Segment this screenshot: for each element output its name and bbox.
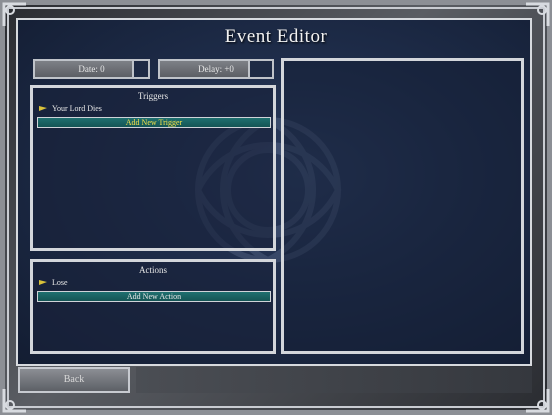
actions-panel: Actions Lose Add New Action (30, 259, 276, 354)
delay-label: Delay: +0 (198, 64, 234, 74)
add-new-action-label: Add New Action (126, 292, 182, 301)
action-item-label: Lose (52, 278, 68, 287)
date-label: Date: 0 (78, 64, 105, 74)
event-details-panel (281, 58, 524, 354)
page-title: Event Editor (224, 26, 328, 47)
back-label: Back (63, 374, 85, 385)
flag-icon (39, 279, 47, 285)
triggers-title: Triggers (137, 91, 169, 101)
add-new-trigger-label: Add New Trigger (125, 118, 183, 127)
date-slot (132, 59, 150, 79)
flag-icon (39, 105, 47, 111)
triggers-panel: Triggers Your Lord Dies Add New Trigger (30, 85, 276, 251)
add-new-trigger-button[interactable]: Add New Trigger (37, 117, 271, 128)
actions-title: Actions (139, 265, 167, 275)
trigger-item-label: Your Lord Dies (52, 104, 102, 113)
trigger-item[interactable]: Your Lord Dies (39, 104, 102, 113)
delay-slot (248, 59, 274, 79)
action-item[interactable]: Lose (39, 278, 68, 287)
back-button[interactable]: Back (18, 367, 130, 393)
bottom-bar (136, 367, 532, 393)
add-new-action-button[interactable]: Add New Action (37, 291, 271, 302)
